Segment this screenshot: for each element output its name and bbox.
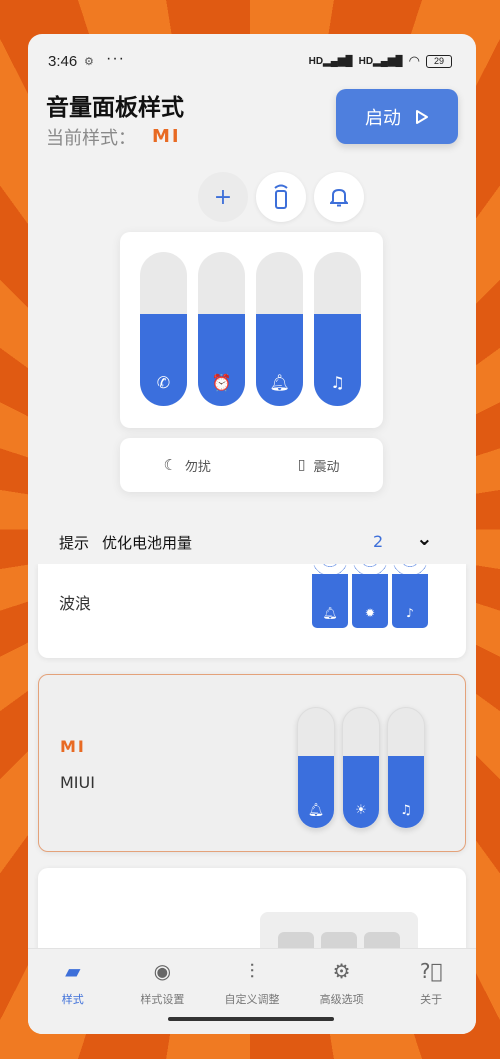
bell-icon: 🔔︎	[269, 373, 290, 392]
slider-fill	[198, 313, 245, 406]
battery-icon: 29	[426, 54, 452, 68]
vibrate-label: 震动	[313, 459, 340, 475]
nav-about[interactable]: ?⃝ 关于	[388, 959, 474, 1034]
media-volume-slider[interactable]: ♫	[314, 252, 361, 406]
miui-preview-slider: ☀	[342, 707, 380, 829]
wave-edge	[352, 564, 388, 574]
signal-icon: HD▂▄▆█	[308, 55, 353, 67]
vibrate-icon: ▯	[297, 457, 306, 473]
palette-icon: ◉	[153, 959, 172, 983]
wifi-icon: ◠	[408, 53, 420, 68]
nav-label: 高级选项	[319, 993, 364, 1006]
phone-icon: ✆	[156, 373, 171, 392]
help-icon: ?⃝	[419, 959, 443, 983]
slider-fill	[314, 313, 361, 406]
start-button-label: 启动	[365, 107, 401, 129]
more-notifications-icon: ···	[106, 50, 125, 67]
current-style-logo: MI	[152, 126, 181, 147]
bottom-navigation: ▰ 样式 ◉ 样式设置 ⫶ 自定义调整 ⚙ 高级选项 ?⃝ 关于	[28, 948, 476, 1034]
wave-preview-bar: ✹	[352, 564, 388, 628]
slider-fill	[256, 313, 303, 406]
nav-label: 样式设置	[140, 993, 185, 1006]
wave-edge	[312, 564, 348, 574]
card-icon: ▰	[65, 959, 81, 983]
current-style-label: 当前样式：	[46, 128, 136, 149]
panel-shortcut-icons: +	[198, 172, 364, 222]
home-indicator[interactable]	[168, 1017, 334, 1021]
bell-icon: 🔔︎	[322, 606, 338, 620]
volume-panel-preview: ✆ ⏰ 🔔︎ ♫	[120, 232, 383, 428]
wave-preview-bar: 🔔︎	[312, 564, 348, 628]
sliders-icon: ⫶	[249, 959, 255, 983]
plus-icon: +	[213, 184, 233, 210]
nav-label: 关于	[420, 993, 443, 1006]
tip-bar[interactable]: 提示 优化电池用量 2 ⌄	[28, 522, 476, 564]
miui-preview-slider: ♫	[387, 707, 425, 829]
tip-label: 提示	[59, 534, 90, 552]
status-bar: 3:46 ⚙ ··· HD▂▄▆█ HD▂▄▆█ ◠ 29	[28, 34, 476, 88]
sound-mode-panel: ☾ 勿扰 ▯ 震动	[120, 438, 383, 492]
music-icon: ♫	[400, 803, 412, 818]
slider-fill	[140, 313, 187, 406]
status-icons: HD▂▄▆█ HD▂▄▆█ ◠ 29	[309, 53, 452, 69]
brightness-icon: ☀	[355, 803, 367, 818]
miui-preview-slider: 🔔︎	[297, 707, 335, 829]
miui-logo: MI	[60, 737, 86, 756]
alarm-icon: ⏰	[211, 373, 232, 392]
alarm-volume-slider[interactable]: ⏰	[198, 252, 245, 406]
notification-icon: ⚙	[84, 56, 94, 68]
page-title: 音量面板样式	[46, 95, 184, 121]
nav-styles[interactable]: ▰ 样式	[30, 959, 116, 1034]
nav-style-settings[interactable]: ◉ 样式设置	[119, 959, 205, 1034]
bell-icon	[330, 188, 348, 207]
dnd-toggle[interactable]: ☾ 勿扰	[163, 456, 210, 475]
moon-icon: ☾	[163, 456, 177, 474]
play-icon	[416, 109, 428, 124]
status-time: 3:46	[48, 53, 78, 70]
style-card-miui[interactable]: MI MIUI 🔔︎ ☀ ♫	[38, 674, 466, 852]
ring-volume-slider[interactable]: 🔔︎	[256, 252, 303, 406]
call-volume-slider[interactable]: ✆	[140, 252, 187, 406]
start-button[interactable]: 启动	[336, 89, 458, 144]
wave-edge	[392, 564, 428, 574]
add-button[interactable]: +	[198, 172, 248, 222]
nav-custom-adjust[interactable]: ⫶ 自定义调整	[209, 959, 295, 1034]
dnd-label: 勿扰	[184, 459, 211, 475]
tip-count: 2	[373, 532, 384, 551]
gear-icon: ⚙	[332, 959, 351, 983]
brightness-icon: ✹	[364, 606, 376, 620]
tip-text: 优化电池用量	[102, 534, 193, 552]
remote-button[interactable]	[256, 172, 306, 222]
signal-icon-2: HD▂▄▆█	[358, 55, 403, 67]
nav-advanced[interactable]: ⚙ 高级选项	[299, 959, 385, 1034]
chevron-down-icon[interactable]: ⌄	[416, 526, 433, 550]
nav-label: 样式	[61, 993, 84, 1006]
remote-icon	[274, 184, 288, 209]
ringer-button[interactable]	[314, 172, 364, 222]
style-name: 波浪	[59, 594, 92, 613]
music-icon: ♫	[330, 373, 345, 392]
style-name: MIUI	[60, 773, 95, 792]
bell-icon: 🔔︎	[307, 803, 325, 818]
vibrate-toggle[interactable]: ▯ 震动	[298, 456, 340, 475]
wave-preview-bar: ♪	[392, 564, 428, 628]
app-window: 3:46 ⚙ ··· HD▂▄▆█ HD▂▄▆█ ◠ 29 音量面板样式 当前样…	[28, 34, 476, 1034]
nav-label: 自定义调整	[224, 993, 280, 1006]
style-card-wave[interactable]: 波浪 🔔︎ ✹ ♪	[38, 564, 466, 658]
music-icon: ♪	[406, 606, 414, 620]
